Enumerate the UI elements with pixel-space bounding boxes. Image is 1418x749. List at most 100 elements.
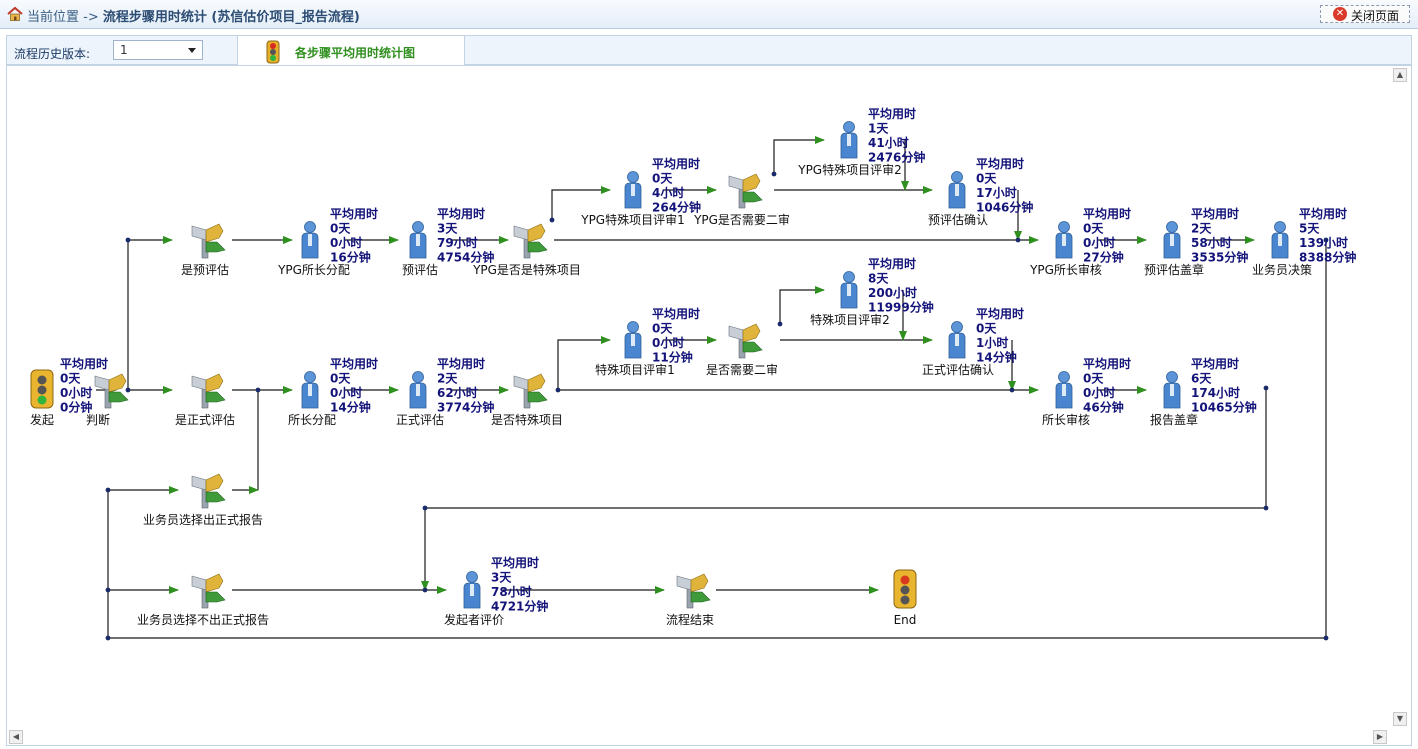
decision-sign-arrow [205, 391, 226, 403]
connector-dot [105, 487, 111, 493]
flow-node-choose-no-formal[interactable]: 业务员选择不出正式报告 [137, 573, 269, 627]
decision-sign-right [205, 373, 224, 393]
decision-icon [94, 373, 129, 409]
stat-title: 平均用时 [652, 156, 700, 171]
stat-value: 0天 [652, 172, 673, 186]
connector-dot [1263, 505, 1269, 511]
flow-node-ypg-review2[interactable]: YPG特殊项目评审2平均用时1天41小时2476分钟 [797, 106, 925, 177]
node-label: End [894, 613, 917, 627]
stat-title: 平均用时 [976, 156, 1024, 171]
stat-title: 平均用时 [868, 106, 916, 121]
user-icon [1055, 221, 1073, 259]
flow-node-ypg-chief-review[interactable]: YPG所长审核平均用时0天0小时27分钟 [1029, 206, 1131, 277]
stat-value: 200小时 [868, 285, 917, 300]
stat-value: 0天 [976, 172, 997, 186]
stat-value: 78小时 [491, 584, 532, 599]
user-icon [1163, 371, 1181, 409]
stat-value: 46分钟 [1083, 400, 1124, 415]
node-label: 预评估确认 [928, 213, 988, 227]
stat-value: 2476分钟 [868, 150, 925, 165]
stat-value: 0天 [1083, 372, 1104, 386]
decision-sign-arrow [690, 591, 711, 603]
node-label: 是否特殊项目 [491, 412, 563, 427]
flow-node-choose-formal[interactable]: 业务员选择出正式报告 [143, 473, 263, 527]
decision-sign-right [527, 223, 546, 243]
stat-value: 1小时 [976, 335, 1008, 350]
stat-value: 0天 [330, 222, 351, 236]
flow-node-review1[interactable]: 特殊项目评审1平均用时0天0小时11分钟 [595, 306, 700, 377]
user-shirt [1170, 234, 1174, 246]
decision-sign-arrow [742, 191, 763, 203]
user-shirt [1062, 384, 1066, 396]
decision-sign-arrow [527, 391, 548, 403]
flow-node-formal-confirm[interactable]: 正式评估确认 平均用时0天1小时14分钟 [922, 306, 1024, 377]
stat-value: 8天 [868, 272, 889, 286]
node-label: 是正式评估 [175, 413, 235, 427]
stat-title: 平均用时 [491, 555, 539, 570]
node-label: 判断 [86, 412, 110, 427]
decision-sign-left [728, 325, 744, 341]
flow-node-chief-assign[interactable]: 所长分配 平均用时0天0小时14分钟 [288, 356, 378, 427]
flow-node-report-seal[interactable]: 报告盖章平均用时6天174小时10465分钟 [1150, 356, 1257, 427]
flow-node-is-formal[interactable]: 是正式评估 [175, 373, 235, 427]
connector-line [127, 236, 173, 390]
user-shirt [631, 184, 635, 196]
stat-value: 11999分钟 [868, 300, 934, 315]
user-head [627, 171, 639, 183]
user-shirt [847, 284, 851, 296]
stat-value: 1046分钟 [976, 200, 1033, 215]
connector-dot [422, 587, 428, 593]
user-icon [301, 371, 319, 409]
flow-node-pre-seal[interactable]: 预评估盖章平均用时2天58小时3535分钟 [1144, 206, 1248, 277]
flow-nodes: 发起平均用时0天0小时0分钟判断是预评估 YPG所长分配平均用时0天0小时16分钟… [30, 106, 1356, 627]
light-green [900, 595, 910, 605]
decision-sign-arrow [205, 491, 226, 503]
flow-node-ypg-need2[interactable]: YPG是否需要二审 [693, 173, 790, 227]
node-label: 发起者评价 [444, 612, 504, 627]
flow-node-review2[interactable]: 特殊项目评审2平均用时8天200小时11999分钟 [810, 256, 934, 327]
traffic-light-icon [30, 369, 54, 409]
user-head [951, 171, 963, 183]
user-icon [1055, 371, 1073, 409]
user-icon [624, 171, 642, 209]
user-head [1058, 221, 1070, 233]
flow-node-flow-end[interactable]: 流程结束 [666, 573, 714, 627]
flow-node-formal-eval[interactable]: 正式评估 平均用时2天62小时3774分钟 [396, 356, 494, 427]
decision-icon [728, 173, 763, 209]
decision-sign-right [108, 373, 127, 393]
decision-sign-arrow [108, 391, 129, 403]
stat-title: 平均用时 [1299, 206, 1347, 221]
user-shirt [1170, 384, 1174, 396]
flow-node-chief-review[interactable]: 所长审核平均用时0天0小时46分钟 [1042, 356, 1131, 427]
user-shirt [416, 384, 420, 396]
stat-value: 8388分钟 [1299, 250, 1356, 265]
stat-value: 0小时 [1083, 235, 1115, 250]
user-icon [1271, 221, 1289, 259]
stat-value: 3774分钟 [437, 400, 494, 415]
stat-value: 58小时 [1191, 235, 1232, 250]
flow-node-special-q[interactable]: 是否特殊项目 [491, 373, 563, 427]
user-shirt [416, 234, 420, 246]
flow-node-need2[interactable]: 是否需要二审 [706, 323, 778, 377]
flow-node-initiator-eval[interactable]: 发起者评价 平均用时3天78小时4721分钟 [444, 555, 548, 627]
stat-value: 14分钟 [976, 350, 1017, 365]
connector-dot [105, 635, 111, 641]
stat-title: 平均用时 [330, 206, 378, 221]
flow-node-end[interactable]: End [893, 569, 917, 627]
stat-title: 平均用时 [1191, 206, 1239, 221]
flow-node-biz-decide[interactable]: 业务员决策平均用时5天139小时8388分钟 [1252, 206, 1356, 277]
flow-node-ypg-review1[interactable]: YPG特殊项目评审1平均用时0天4小时264分钟 [580, 156, 701, 227]
stat-value: 2天 [1191, 222, 1212, 236]
user-icon [840, 271, 858, 309]
connector-dot [125, 237, 131, 243]
user-shirt [847, 134, 851, 146]
decision-icon [191, 473, 226, 509]
node-label: 正式评估确认 [922, 363, 994, 377]
flow-node-ypg-assign[interactable]: YPG所长分配 平均用时0天0小时16分钟 [277, 206, 378, 277]
decision-sign-left [513, 225, 529, 241]
user-shirt [631, 334, 635, 346]
light-red [900, 575, 910, 585]
flow-node-is-pre[interactable]: 是预评估 [181, 223, 229, 277]
node-label: YPG所长分配 [277, 263, 350, 277]
stat-value: 0小时 [652, 335, 684, 350]
